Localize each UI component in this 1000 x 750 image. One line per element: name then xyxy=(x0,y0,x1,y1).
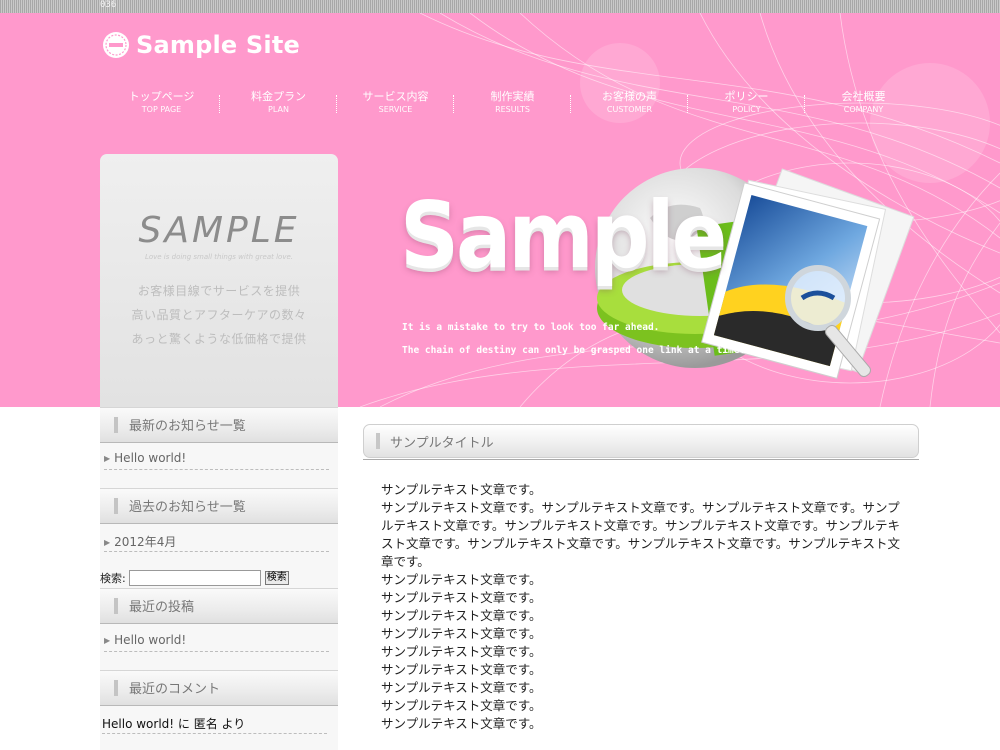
nav-label-jp: トップページ xyxy=(128,90,195,103)
widget-heading-archive: 過去のお知らせ一覧 xyxy=(100,488,338,524)
widget-heading-text: 最近のコメント xyxy=(129,682,221,697)
comment-post-link[interactable]: Hello world! xyxy=(102,717,174,731)
heading-bar xyxy=(114,598,118,614)
nav-label-en: PLAN xyxy=(268,105,289,114)
article-paragraph: サンプルテキスト文章です。 xyxy=(381,698,542,713)
global-nav: トップページ TOP PAGE 料金プラン PLAN サービス内容 SERVIC… xyxy=(103,90,922,116)
recent-post-item[interactable]: ▶ Hello world! xyxy=(104,633,329,652)
widget-heading-text: 最新のお知らせ一覧 xyxy=(129,419,246,434)
promo-line: あっと驚くような低価格で提供 xyxy=(131,332,307,346)
nav-label-en: SERVICE xyxy=(378,105,413,114)
nav-label-jp: サービス内容 xyxy=(362,90,429,103)
news-item-link: Hello world! xyxy=(114,451,187,465)
search-form: 検索: 検索 xyxy=(100,570,289,586)
article-paragraph: サンプルテキスト文章です。 xyxy=(381,626,542,641)
site-title: Sample Site xyxy=(136,31,300,59)
nav-item-results[interactable]: 制作実績 RESULTS xyxy=(454,90,571,116)
hero-tagline-line-1: It is a mistake to try to look too far a… xyxy=(402,322,660,333)
top-strip: 036 xyxy=(0,0,1000,13)
nav-label-en: POLICY xyxy=(732,105,761,114)
hero-tagline-line-2: The chain of destiny can only be grasped… xyxy=(402,345,746,356)
site-logo[interactable]: Sample Site xyxy=(102,31,300,59)
logo-badge-icon xyxy=(103,32,129,58)
nav-label-jp: 制作実績 xyxy=(490,90,535,103)
heading-bar xyxy=(114,498,118,514)
widget-heading-latest-news: 最新のお知らせ一覧 xyxy=(100,407,338,443)
nav-label-en: COMPANY xyxy=(843,105,884,114)
article-heading: サンプルタイトル xyxy=(363,424,919,458)
top-strip-label: 036 xyxy=(100,0,117,10)
nav-label-jp: 会社概要 xyxy=(841,90,886,103)
comment-author-text: に 匿名 より xyxy=(174,717,246,731)
nav-item-top-page[interactable]: トップページ TOP PAGE xyxy=(103,90,220,116)
article-paragraph: サンプルテキスト文章です。 xyxy=(381,482,542,497)
article-title: サンプルタイトル xyxy=(390,436,494,451)
article-divider xyxy=(363,459,919,460)
promo-panel: SAMPLE Love is doing small things with g… xyxy=(100,154,338,407)
widget-heading-recent-comments: 最近のコメント xyxy=(100,670,338,706)
heading-bar xyxy=(114,680,118,696)
search-label: 検索: xyxy=(100,572,126,585)
archive-item-link: 2012年4月 xyxy=(114,535,177,549)
promo-lines: お客様目線でサービスを提供 高い品質とアフターケアの数々 あっと驚くような低価格… xyxy=(100,279,338,351)
nav-label-jp: お客様の声 xyxy=(602,90,657,103)
article-paragraph: サンプルテキスト文章です。 xyxy=(381,590,542,605)
search-button[interactable]: 検索 xyxy=(264,571,289,585)
heading-bar xyxy=(376,433,380,449)
article-paragraph: サンプルテキスト文章です。 xyxy=(381,680,542,695)
article-paragraph: サンプルテキスト文章です。サンプルテキスト文章です。サンプルテキスト文章です。サ… xyxy=(381,500,901,569)
nav-label-en: RESULTS xyxy=(495,105,530,114)
search-input[interactable] xyxy=(128,570,261,586)
heading-bar xyxy=(114,417,118,433)
promo-line: お客様目線でサービスを提供 xyxy=(137,284,301,298)
triangle-right-icon: ▶ xyxy=(104,454,111,463)
nav-item-service[interactable]: サービス内容 SERVICE xyxy=(337,90,454,116)
promo-line: 高い品質とアフターケアの数々 xyxy=(131,308,307,322)
article-paragraph: サンプルテキスト文章です。 xyxy=(381,644,542,659)
article-paragraph: サンプルテキスト文章です。 xyxy=(381,716,542,731)
nav-item-customer[interactable]: お客様の声 CUSTOMER xyxy=(571,90,688,116)
recent-comment-item: Hello world! に 匿名 より xyxy=(102,715,327,734)
hero-tagline: It is a mistake to try to look too far a… xyxy=(402,316,745,362)
widget-heading-text: 最近の投稿 xyxy=(129,600,195,615)
nav-label-en: TOP PAGE xyxy=(141,105,182,114)
archive-list-item[interactable]: ▶ 2012年4月 xyxy=(104,533,329,552)
nav-item-company[interactable]: 会社概要 COMPANY xyxy=(805,90,922,116)
hero-headline: Sample xyxy=(400,183,727,290)
triangle-right-icon: ▶ xyxy=(104,538,111,547)
recent-post-link: Hello world! xyxy=(114,633,187,647)
nav-label-jp: 料金プラン xyxy=(251,90,306,103)
site-header: Sample Site トップページ TOP PAGE 料金プラン PLAN サ… xyxy=(0,13,1000,407)
nav-item-plan[interactable]: 料金プラン PLAN xyxy=(220,90,337,116)
article-body: サンプルテキスト文章です。 サンプルテキスト文章です。サンプルテキスト文章です。… xyxy=(381,481,909,733)
triangle-right-icon: ▶ xyxy=(104,636,111,645)
promo-title: SAMPLE xyxy=(138,210,300,251)
widget-heading-text: 過去のお知らせ一覧 xyxy=(129,500,246,515)
widget-heading-recent-posts: 最近の投稿 xyxy=(100,588,338,624)
article-paragraph: サンプルテキスト文章です。 xyxy=(381,662,542,677)
article-paragraph: サンプルテキスト文章です。 xyxy=(381,572,542,587)
article-paragraph: サンプルテキスト文章です。 xyxy=(381,608,542,623)
promo-tagline: Love is doing small things with great lo… xyxy=(144,253,294,261)
nav-label-en: CUSTOMER xyxy=(606,105,653,114)
nav-item-policy[interactable]: ポリシー POLICY xyxy=(688,90,805,116)
nav-label-jp: ポリシー xyxy=(724,90,769,103)
news-list-item[interactable]: ▶ Hello world! xyxy=(104,451,329,470)
